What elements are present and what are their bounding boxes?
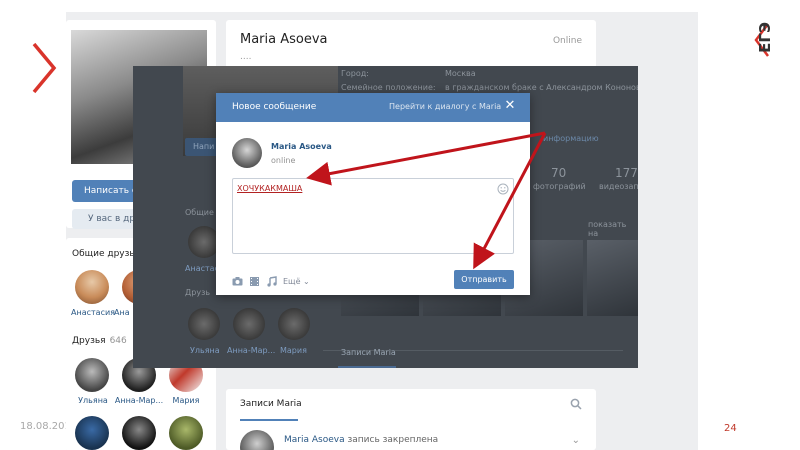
dimmed-friend-avatar [233, 308, 265, 340]
recipient-status: online [271, 156, 296, 165]
dimmed-friend-name: Анастас [185, 264, 219, 273]
dimmed-info-link: информацию [543, 134, 599, 143]
dimmed-family-label: Семейное положение: [341, 83, 436, 92]
friend-name[interactable]: Анна-Мар... [112, 396, 166, 405]
slide-date: 18.08.201 [20, 421, 71, 432]
profile-header: Maria Asoeva .... Online [226, 20, 596, 68]
music-icon[interactable] [266, 275, 277, 287]
dimmed-photo [587, 240, 638, 316]
recipient-name[interactable]: Maria Asoeva [271, 142, 332, 151]
dimmed-friend-name: Мария [280, 346, 307, 355]
message-text[interactable]: ХОЧУКАКМАША [237, 184, 302, 193]
dimmed-friend-name: Анна-Мар... [227, 346, 276, 355]
profile-subtitle: .... [240, 52, 252, 62]
new-message-dialog: Новое сообщение Перейти к диалогу с Mari… [216, 93, 530, 295]
dimmed-city-value: Москва [445, 69, 476, 78]
posts-tab[interactable]: Записи Maria [240, 399, 302, 409]
dimmed-videos-count: 177 [615, 166, 638, 180]
dimmed-photos-count: 70 [551, 166, 567, 180]
dimmed-friend-avatar [278, 308, 310, 340]
post-header: Maria Asoeva запись закреплена [284, 435, 438, 445]
friend-avatar[interactable] [75, 358, 109, 392]
send-button[interactable]: Отправить [454, 270, 514, 289]
search-icon[interactable] [570, 398, 582, 410]
online-status: Online [552, 36, 582, 46]
profile-name: Maria Asoeva [240, 32, 328, 47]
friends-title[interactable]: Друзья 646 [72, 336, 127, 346]
camera-icon[interactable] [232, 276, 243, 287]
video-icon[interactable] [249, 276, 260, 287]
attachment-toolbar: Ещё ⌄ [232, 275, 310, 287]
friend-avatar[interactable] [122, 416, 156, 450]
post-action: запись закреплена [347, 435, 439, 445]
message-input[interactable]: ХОЧУКАКМАША [232, 178, 514, 254]
emoji-icon[interactable] [497, 183, 509, 195]
close-icon[interactable]: ✕ [503, 99, 517, 113]
posts-tab-underline [240, 419, 298, 421]
dialog-header: Новое сообщение Перейти к диалогу с Mari… [216, 93, 530, 122]
dimmed-photos-label: фотографий [533, 182, 586, 191]
dimmed-city-label: Город: [341, 69, 369, 78]
chevron-down-icon[interactable]: ⌄ [572, 435, 580, 446]
recipient-avatar[interactable] [232, 138, 262, 168]
dimmed-posts-tab: Записи Maria [341, 348, 396, 357]
friend-name[interactable]: Анастасия [66, 308, 120, 317]
post-author[interactable]: Maria Asoeva [284, 435, 345, 445]
friend-avatar[interactable] [75, 416, 109, 450]
dialog-title: Новое сообщение [232, 102, 317, 112]
more-attachments-menu[interactable]: Ещё ⌄ [283, 277, 310, 286]
slide-chevron-icon [32, 42, 57, 94]
dimmed-videos-label: видеозапи [599, 182, 638, 191]
posts-card: Записи Maria Maria Asoeva запись закрепл… [226, 389, 596, 450]
go-to-dialog-link[interactable]: Перейти к диалогу с Maria [389, 102, 501, 111]
friend-avatar[interactable] [169, 416, 203, 450]
dimmed-posts-underline [338, 366, 396, 368]
friend-avatar[interactable] [75, 270, 109, 304]
slide-page-number: 24 [724, 423, 737, 434]
friend-name[interactable]: Мария [159, 396, 213, 405]
logo-text: ЕГЭ [756, 22, 774, 53]
dimmed-friends-title: Друзь [185, 288, 211, 297]
post-author-avatar[interactable] [240, 430, 274, 450]
dimmed-friend-avatar [188, 308, 220, 340]
dimmed-family-value: в гражданском браке с Александром Кононо… [445, 83, 638, 92]
dimmed-show-link: показать на [588, 220, 627, 238]
dimmed-friend-name: Ульяна [190, 346, 220, 355]
